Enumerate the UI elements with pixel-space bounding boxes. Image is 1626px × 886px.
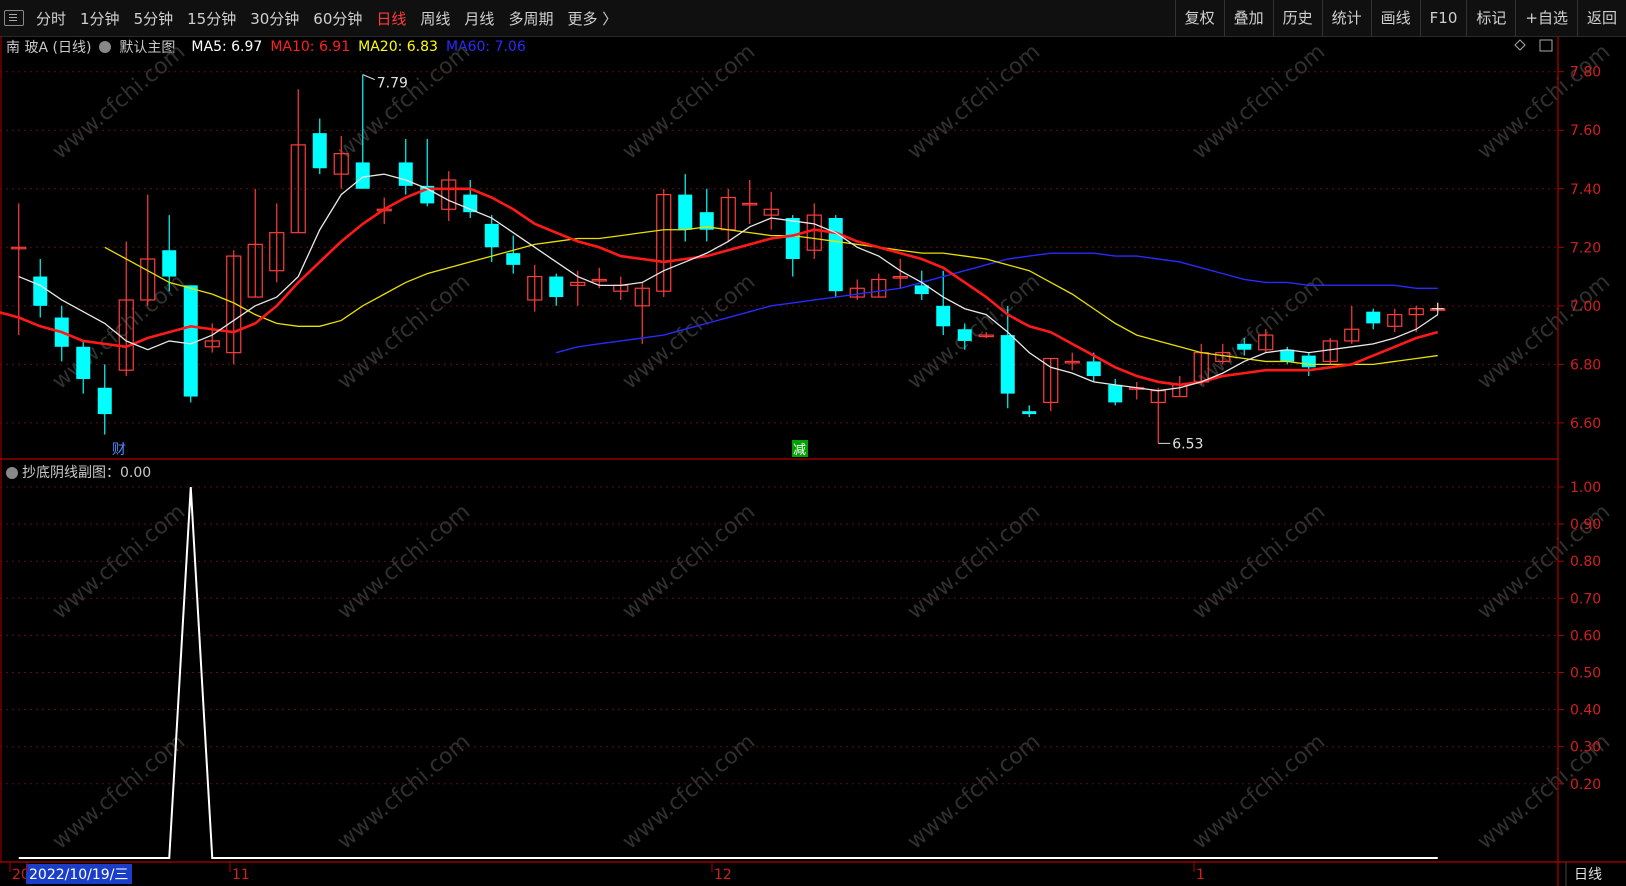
x-axis-label: 1 (1196, 867, 1205, 883)
candle-body (506, 253, 521, 265)
watermark-text: www.cfchi.com (333, 39, 475, 164)
watermark-text: www.cfchi.com (333, 499, 475, 624)
watermark-text: www.cfchi.com (903, 39, 1045, 164)
x-axis-label: 2022/10/19/三 (29, 867, 128, 883)
price-tick-label: 7.20 (1570, 240, 1601, 256)
watermark-text: www.cfchi.com (903, 499, 1045, 624)
sub-tick-label: 0.40 (1570, 703, 1601, 719)
price-tick-label: 7.60 (1570, 123, 1601, 139)
candle-body (33, 276, 48, 306)
sub-tick-label: 0.30 (1570, 740, 1601, 756)
candle-body (183, 285, 198, 397)
candle-body (1237, 343, 1252, 350)
watermark-text: www.cfchi.com (618, 499, 760, 624)
candle-body (1108, 384, 1123, 403)
price-tick-label: 6.60 (1570, 416, 1601, 432)
high-pointer (362, 74, 375, 81)
period-tag: 日线 (1574, 867, 1602, 883)
candle-body (162, 250, 177, 277)
watermark-text: www.cfchi.com (1188, 499, 1330, 624)
candle-body (936, 305, 951, 327)
sub-tick-label: 0.60 (1570, 628, 1601, 644)
candle-body (914, 285, 929, 295)
watermark-text: www.cfchi.com (1473, 269, 1615, 394)
watermark-text: www.cfchi.com (618, 729, 760, 854)
watermark-text: www.cfchi.com (1188, 729, 1330, 854)
candle-body (1366, 311, 1381, 324)
window-icon (1539, 39, 1553, 52)
candle-body (1000, 335, 1015, 394)
watermark-layer: www.cfchi.com www.cfchi.com www.cfchi.com w… (48, 39, 1615, 854)
chart-canvas[interactable]: www.cfchi.com www.cfchi.com www.cfchi.com w… (0, 0, 1626, 886)
candle-body (76, 346, 91, 379)
watermark-text: www.cfchi.com (618, 39, 760, 164)
event-marker-reduce: 减 (793, 443, 806, 458)
sub-tick-label: 0.90 (1570, 517, 1601, 533)
watermark-text: www.cfchi.com (48, 39, 190, 164)
watermark-text: www.cfchi.com (48, 499, 190, 624)
price-tick-label: 7.00 (1570, 299, 1601, 315)
price-tick-label: 7.80 (1570, 65, 1601, 81)
watermark-text: www.cfchi.com (333, 729, 475, 854)
candle-body (1086, 361, 1101, 377)
price-tick-label: 7.40 (1570, 182, 1601, 198)
candle-body (828, 218, 843, 292)
low-label: 6.53 (1172, 436, 1203, 452)
diamond-icon (1514, 39, 1526, 51)
watermark-text: www.cfchi.com (1188, 39, 1330, 164)
high-label: 7.79 (377, 76, 408, 92)
x-axis-label: 11 (232, 867, 250, 883)
candle-body (1022, 411, 1037, 415)
candle-body (97, 387, 112, 415)
watermark-text: www.cfchi.com (1473, 39, 1615, 164)
watermark-text: www.cfchi.com (48, 729, 190, 854)
sub-tick-label: 0.50 (1570, 666, 1601, 682)
candle-body (355, 162, 370, 189)
x-axis-label: 12 (714, 867, 732, 883)
watermark-text: www.cfchi.com (903, 729, 1045, 854)
sub-tick-label: 0.70 (1570, 591, 1601, 607)
candle-body (484, 223, 499, 248)
event-marker-finance: 财 (112, 442, 126, 458)
candle-body (1301, 355, 1316, 368)
candle-body (549, 276, 564, 298)
candle-body (785, 218, 800, 259)
sub-tick-label: 0.80 (1570, 554, 1601, 570)
candle-body (957, 329, 972, 341)
price-tick-label: 6.80 (1570, 357, 1601, 373)
watermark-text: www.cfchi.com (333, 269, 475, 394)
sub-tick-label: 1.00 (1570, 480, 1601, 496)
sub-tick-label: 0.20 (1570, 777, 1601, 793)
candle-body (678, 194, 693, 230)
candle-body (1280, 349, 1295, 362)
candle-body (312, 133, 327, 169)
